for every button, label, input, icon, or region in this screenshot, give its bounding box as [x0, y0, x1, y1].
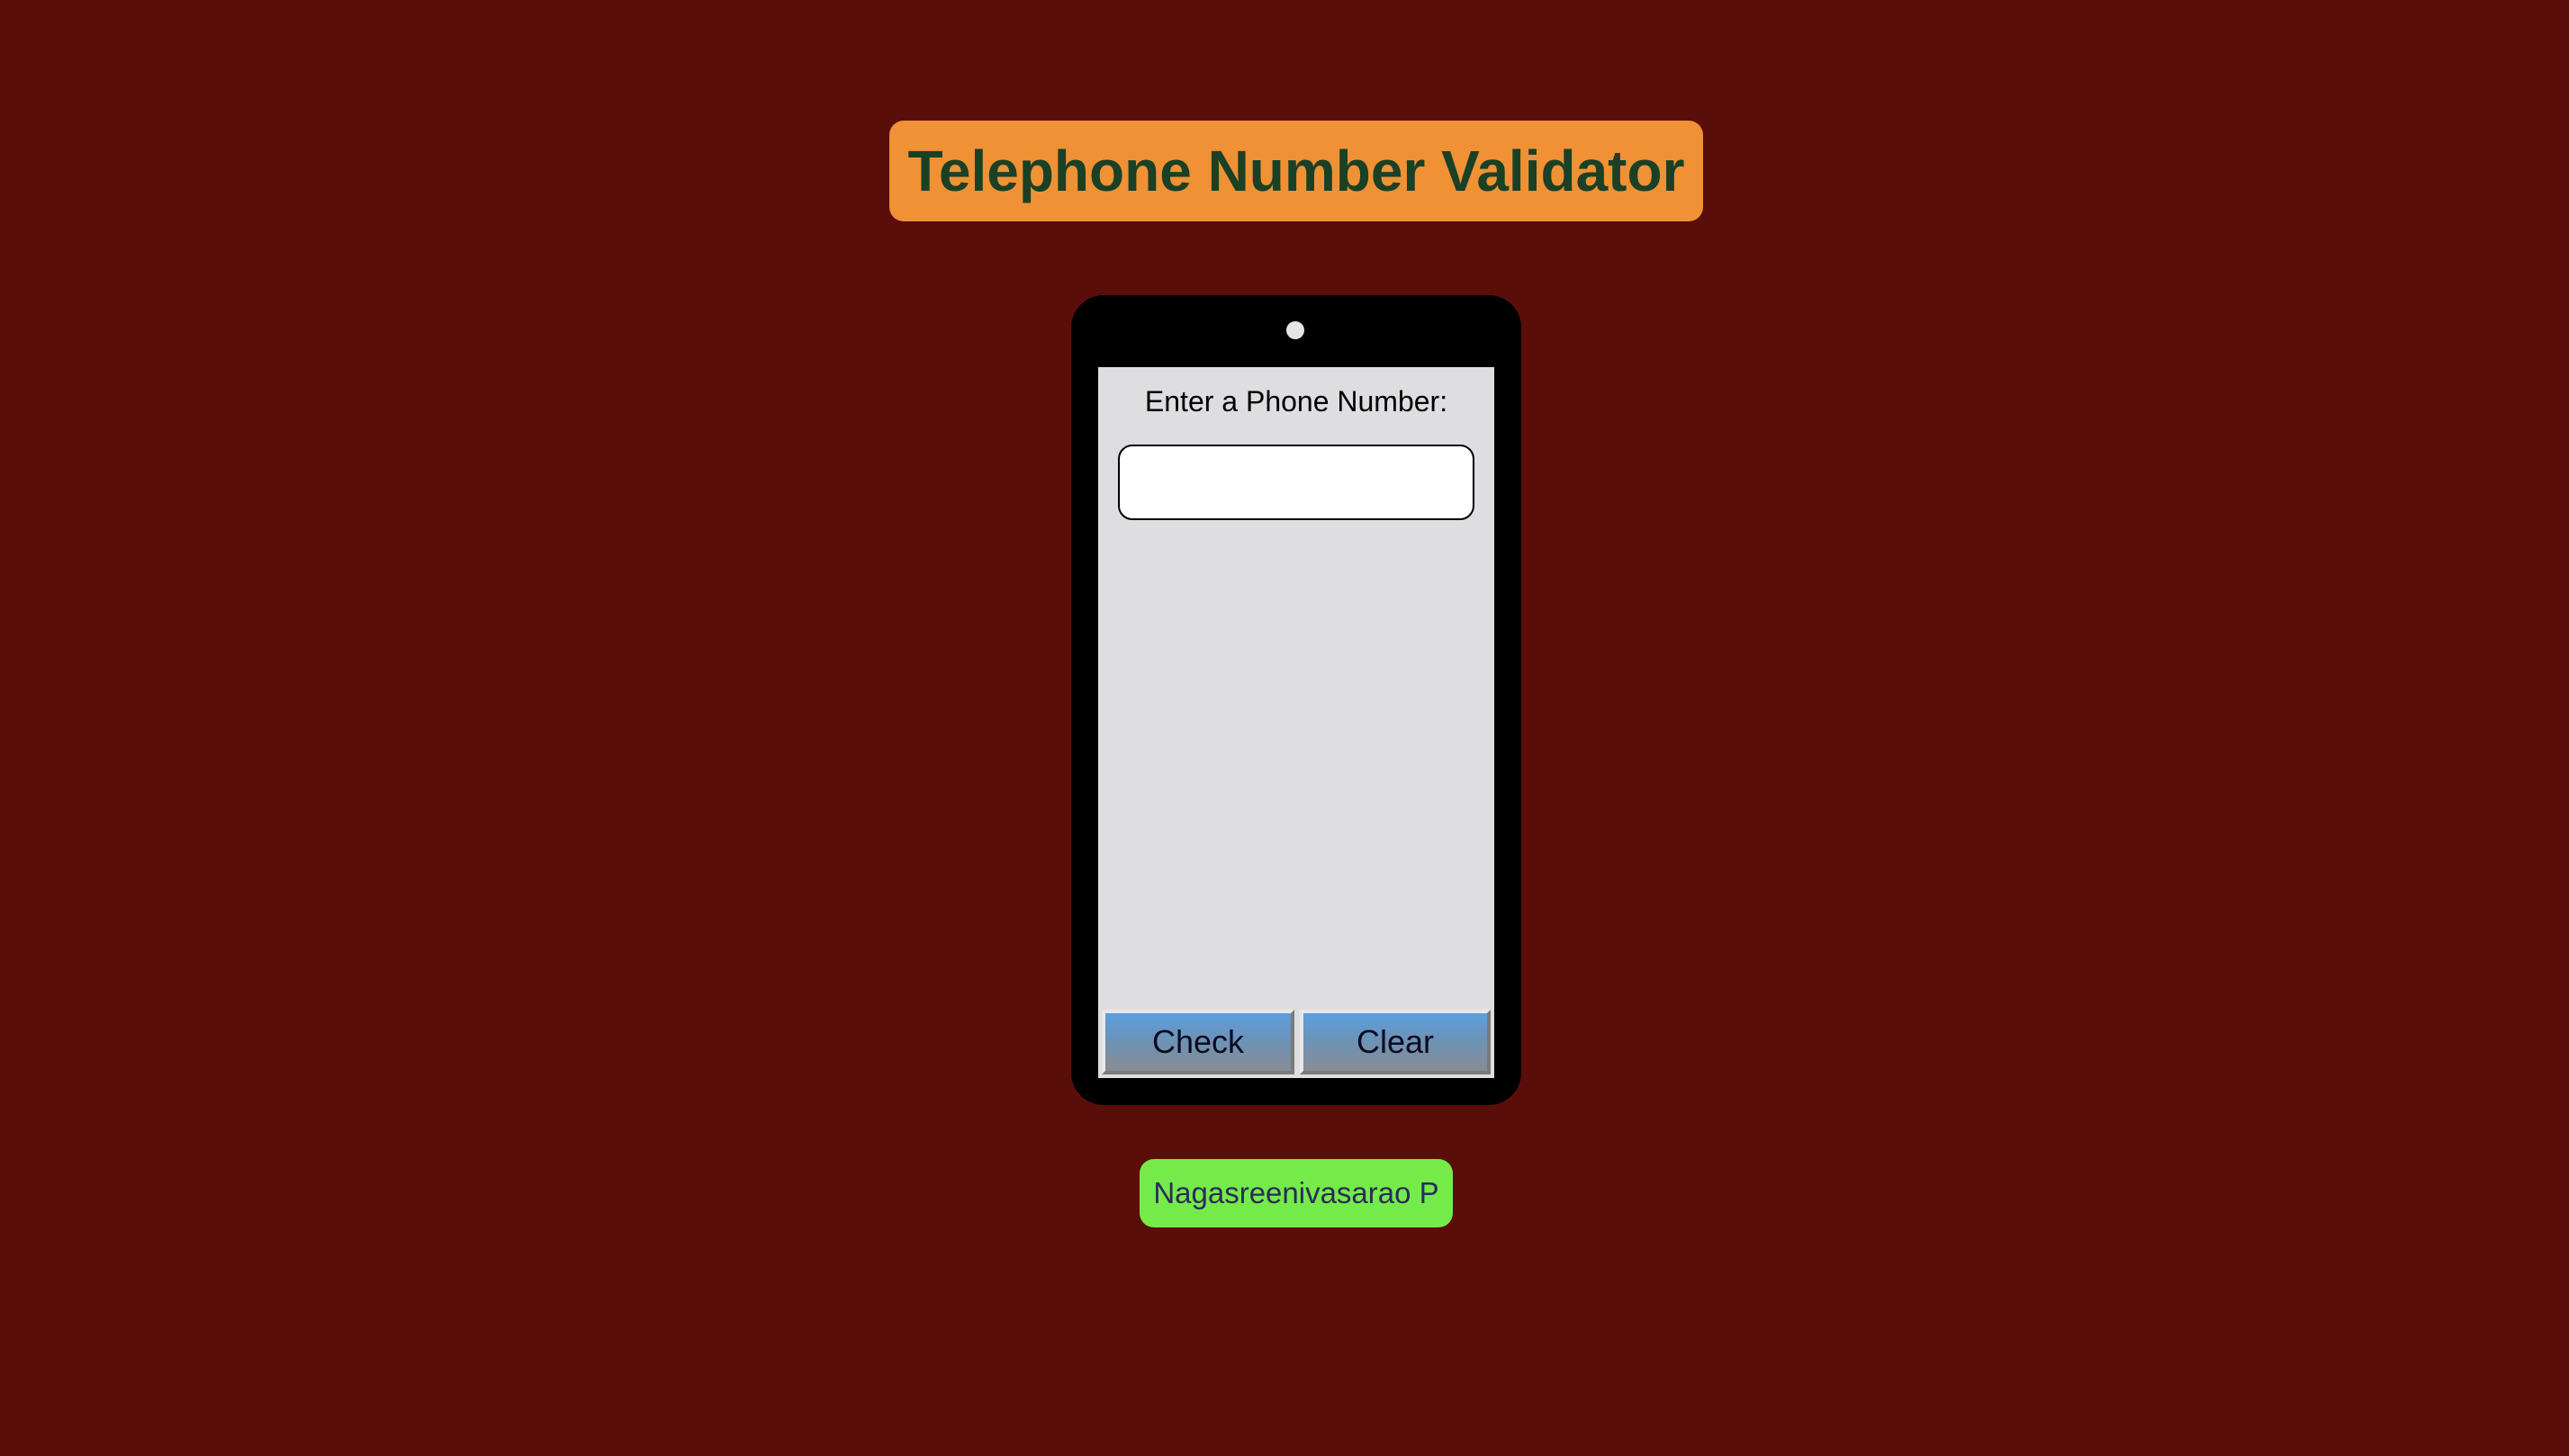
phone-number-input[interactable] [1118, 445, 1474, 520]
phone-number-label: Enter a Phone Number: [1144, 385, 1448, 418]
page-title: Telephone Number Validator [889, 121, 1703, 221]
clear-button[interactable]: Clear [1300, 1010, 1491, 1074]
camera-dot-icon [1286, 321, 1304, 339]
author-badge: Nagasreenivasarao P [1140, 1159, 1453, 1227]
check-button[interactable]: Check [1102, 1010, 1294, 1074]
